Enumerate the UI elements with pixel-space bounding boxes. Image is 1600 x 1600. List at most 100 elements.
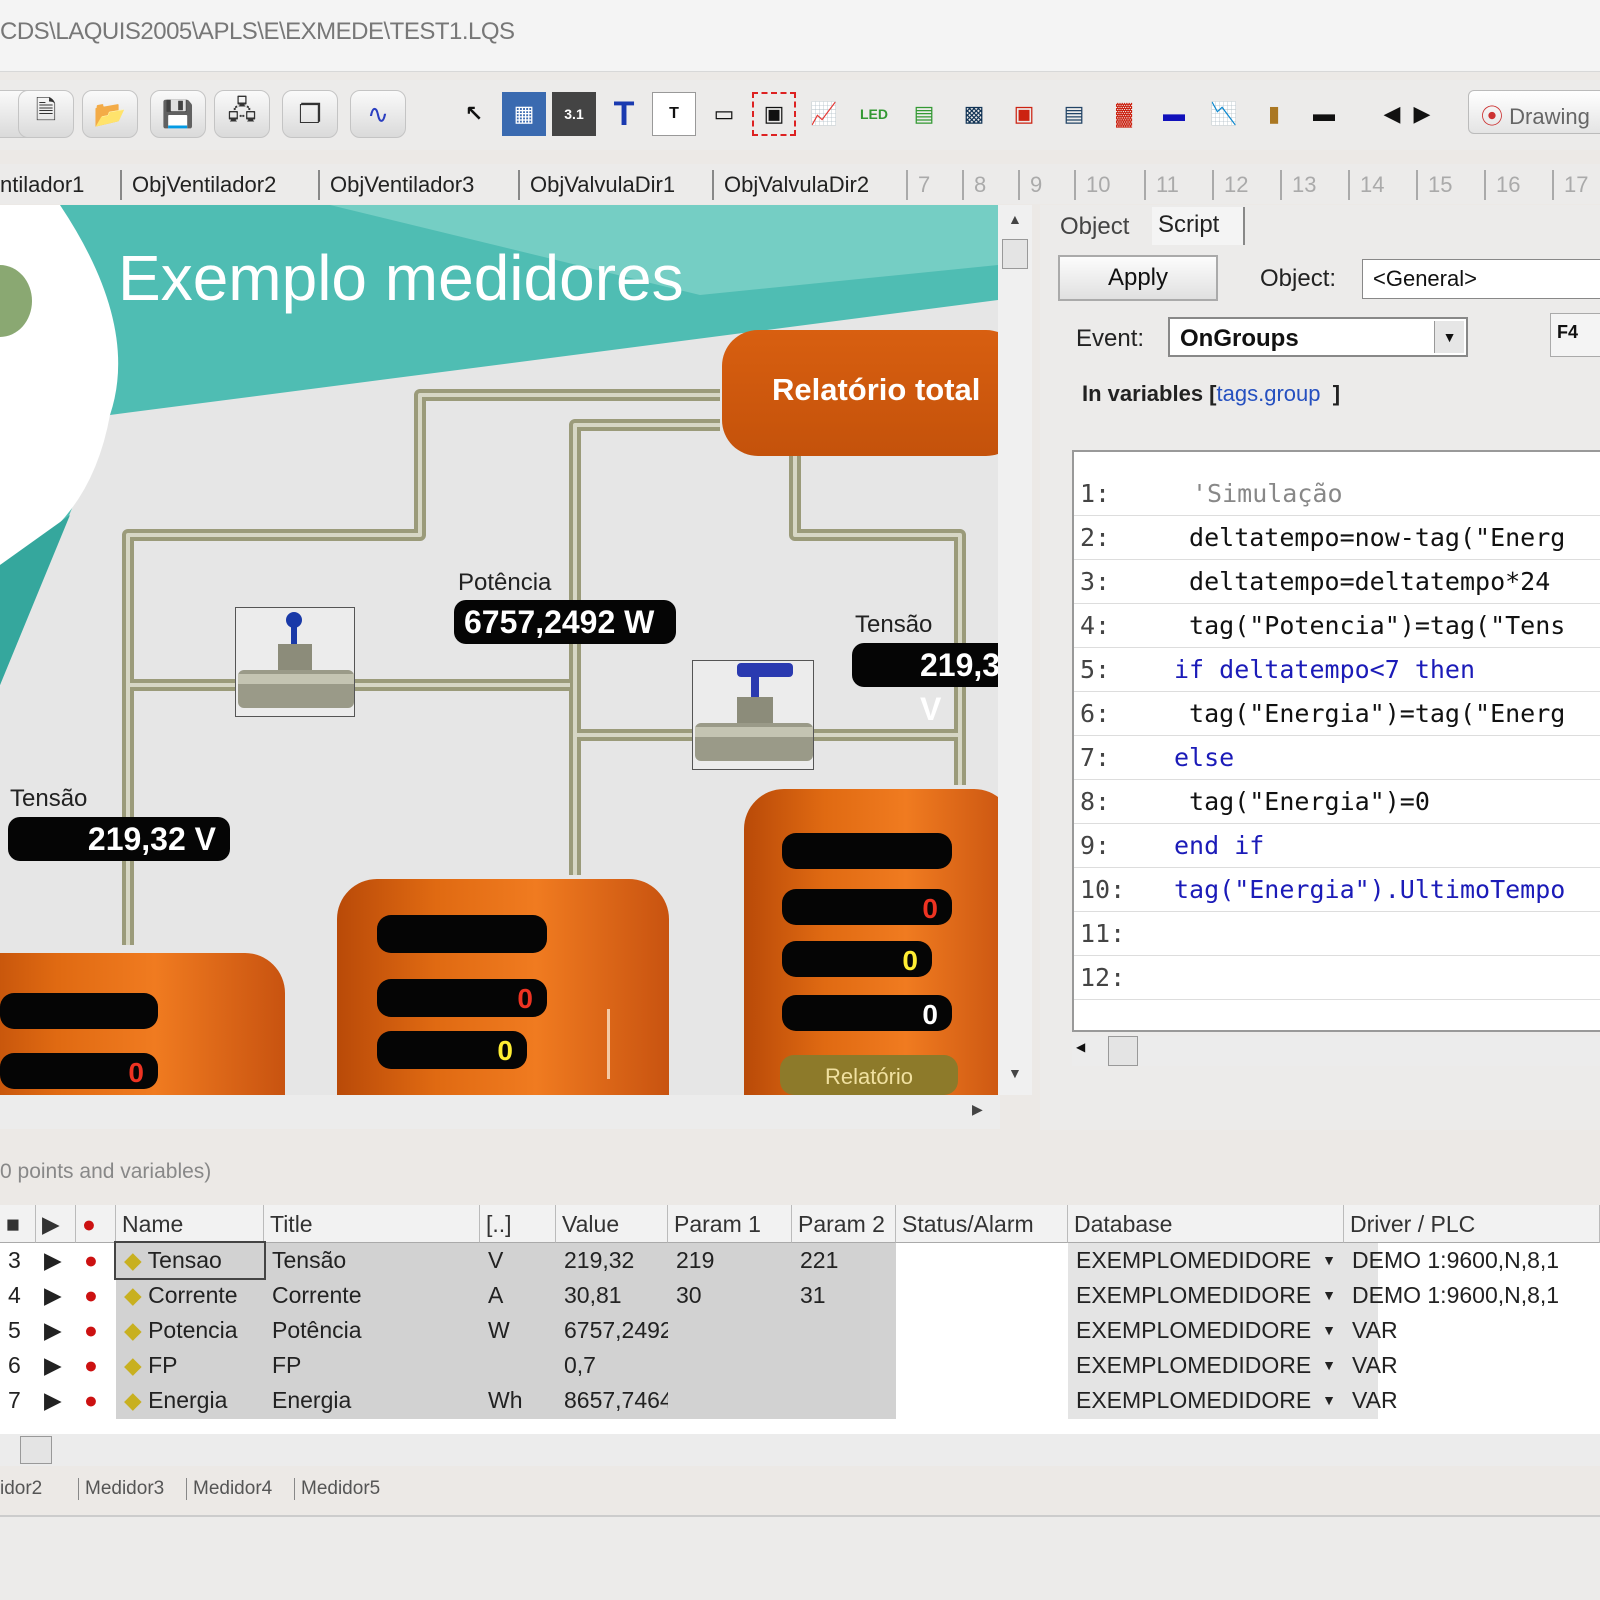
code-line[interactable]: 9: end if (1074, 824, 1600, 868)
code-line[interactable]: 3: deltatempo=deltatempo*24 (1074, 560, 1600, 604)
display-icon[interactable]: 3.1 (552, 92, 596, 136)
sheet-tab[interactable]: Medidor3 (78, 1478, 164, 1500)
scroll-down-icon[interactable]: ▼ (1008, 1065, 1022, 1081)
chevron-down-icon[interactable]: ▼ (1322, 1383, 1336, 1418)
scroll-up-icon[interactable]: ▲ (1008, 211, 1022, 227)
led-icon[interactable]: LED (852, 92, 896, 136)
chevron-down-icon[interactable]: ▼ (1322, 1348, 1336, 1383)
sheet-tab[interactable]: idor2 (0, 1478, 42, 1500)
meter-right[interactable]: 0 0 0 Relatório (744, 789, 998, 1095)
arrow-left-icon[interactable]: ◀ (1380, 92, 1404, 136)
cell-database[interactable]: EXEMPLOMEDIDORE ▼ (1068, 1383, 1344, 1418)
chevron-down-icon[interactable]: ▼ (1322, 1243, 1336, 1278)
chevron-down-icon[interactable]: ▼ (1434, 321, 1464, 353)
tab-number[interactable]: 7 (906, 170, 940, 200)
trend-icon[interactable]: ∿ (350, 90, 406, 138)
chevron-down-icon[interactable]: ▼ (1322, 1278, 1336, 1313)
text-icon[interactable]: T (602, 92, 646, 136)
chevron-down-icon[interactable]: ▼ (1322, 1313, 1336, 1348)
table-row[interactable]: 3 ▶ ● ◆ Tensao Tensão V 219,32 219 221 EXEMPLOMED… (0, 1241, 1600, 1280)
tab-number[interactable]: 13 (1280, 170, 1326, 200)
code-line[interactable]: 5: if deltatempo<7 then (1074, 648, 1600, 692)
report-total-button[interactable]: Relatório total (722, 330, 998, 456)
graph-icon[interactable]: 📉 (1202, 92, 1246, 136)
play-icon[interactable]: ▶ (36, 1243, 76, 1278)
drawing-button[interactable]: ⦿ Drawing (1468, 90, 1600, 134)
tab-object-panel[interactable]: Object (1060, 213, 1129, 241)
tab-number[interactable]: 14 (1348, 170, 1394, 200)
scroll-thumb[interactable] (1002, 239, 1028, 269)
tab-number[interactable]: 12 (1212, 170, 1258, 200)
play-icon[interactable]: ▶ (36, 1278, 76, 1313)
network-icon[interactable]: 🖧 (214, 90, 270, 138)
object-field[interactable]: <General> (1362, 259, 1600, 299)
scroll-left-icon[interactable]: ◀ (1076, 1040, 1085, 1054)
code-line[interactable]: 12: (1074, 956, 1600, 1000)
play-icon[interactable]: ▶ (36, 1383, 76, 1418)
tab-object[interactable]: ntilador1 (0, 170, 94, 200)
copy-icon[interactable]: ❐ (282, 90, 338, 138)
valve-right[interactable] (692, 660, 814, 770)
code-line[interactable]: 4: tag("Potencia")=tag("Tens (1074, 604, 1600, 648)
header-param1[interactable]: Param 1 (668, 1205, 792, 1243)
ruler-icon[interactable]: ▬ (1302, 92, 1346, 136)
arrow-right-icon[interactable]: ▶ (1410, 92, 1434, 136)
alarm-icon[interactable]: ▣ (1002, 92, 1046, 136)
slider-icon[interactable]: ▤ (902, 92, 946, 136)
code-line[interactable]: 11: (1074, 912, 1600, 956)
tab-number[interactable]: 11 (1144, 170, 1189, 200)
canvas-horizontal-scrollbar[interactable]: ▶ (0, 1095, 1000, 1129)
tab-number[interactable]: 10 (1074, 170, 1120, 200)
header-database[interactable]: Database (1068, 1205, 1344, 1243)
tab-number[interactable]: 9 (1018, 170, 1052, 200)
tab-number[interactable]: 8 (962, 170, 996, 200)
chart-icon[interactable]: 📈 (802, 92, 846, 136)
header-value[interactable]: Value (556, 1205, 668, 1243)
cell-database[interactable]: EXEMPLOMEDIDORE ▼ (1068, 1348, 1344, 1383)
tab-object[interactable]: ObjVentilador3 (318, 170, 484, 200)
table-row[interactable]: 4 ▶ ● ◆ Corrente Corrente A 30,81 30 31 EXEMPLOME… (0, 1278, 1600, 1313)
panel-icon[interactable]: ▬ (1152, 92, 1196, 136)
tab-number[interactable]: 16 (1484, 170, 1530, 200)
header-status[interactable]: Status/Alarm (896, 1205, 1068, 1243)
scroll-thumb[interactable] (20, 1436, 52, 1464)
in-variables-link[interactable]: tags.group (1217, 381, 1321, 406)
sheet-tab[interactable]: Medidor5 (294, 1478, 380, 1500)
header-name[interactable]: Name (116, 1205, 264, 1243)
table-row[interactable]: 7 ▶ ● ◆ Energia Energia Wh 8657,7464 EXEMPLOMED… (0, 1383, 1600, 1418)
scroll-right-icon[interactable]: ▶ (972, 1101, 983, 1118)
cell-database[interactable]: EXEMPLOMEDIDORE ▼ (1068, 1243, 1344, 1278)
header-param2[interactable]: Param 2 (792, 1205, 896, 1243)
meter-middle[interactable]: 0 0 (337, 879, 669, 1095)
new-file-icon[interactable]: 🗎 (18, 90, 74, 138)
tab-object[interactable]: ObjValvulaDir2 (712, 170, 879, 200)
code-line[interactable]: 7: else (1074, 736, 1600, 780)
tab-object[interactable]: ObjValvulaDir1 (518, 170, 685, 200)
tab-object[interactable]: ObjVentilador2 (120, 170, 286, 200)
scroll-thumb[interactable] (1108, 1036, 1138, 1066)
small-text-icon[interactable]: T (652, 92, 696, 136)
meter-report-button[interactable]: Relatório (780, 1055, 958, 1095)
tab-number[interactable]: 17 (1552, 170, 1598, 200)
code-editor[interactable]: 1: 'Simulação 2: deltatempo=now-tag("Ener… (1072, 450, 1600, 1032)
sheet-tab[interactable]: Medidor4 (186, 1478, 272, 1500)
pointer-icon[interactable]: ↖ (452, 92, 496, 136)
bar-graph-icon[interactable]: ▓ (1102, 92, 1146, 136)
tab-script-panel[interactable]: Script (1152, 207, 1246, 245)
monitor-icon[interactable]: ▩ (952, 92, 996, 136)
play-icon[interactable]: ▶ (36, 1348, 76, 1383)
drawing-canvas[interactable]: Exemplo medidores Relatório total Potênc… (0, 205, 998, 1095)
frame-select-icon[interactable]: ▣ (752, 92, 796, 136)
save-icon[interactable]: 💾 (150, 90, 206, 138)
code-line[interactable]: 1: 'Simulação (1074, 472, 1600, 516)
event-select[interactable]: OnGroups ▼ (1168, 317, 1468, 357)
canvas-vertical-scrollbar[interactable]: ▲ ▼ (998, 205, 1032, 1095)
grid-horizontal-scrollbar[interactable] (0, 1434, 1600, 1466)
meter-left[interactable]: 0 (0, 953, 285, 1095)
table-row[interactable]: 6 ▶ ● ◆ FP FP 0,7 EXEMPLOMEDIDORE ▼ VAR (0, 1348, 1600, 1383)
code-line[interactable]: 10: tag("Energia").UltimoTempo (1074, 868, 1600, 912)
header-unit[interactable]: [..] (480, 1205, 556, 1243)
cell-database[interactable]: EXEMPLOMEDIDORE ▼ (1068, 1313, 1344, 1348)
code-line[interactable]: 6: tag("Energia")=tag("Energ (1074, 692, 1600, 736)
tank-icon[interactable]: ▮ (1252, 92, 1296, 136)
